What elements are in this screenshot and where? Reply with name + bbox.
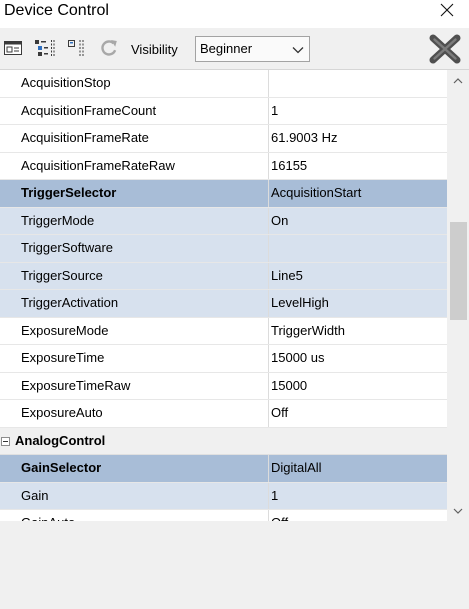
property-name: Gain [0, 482, 269, 509]
property-value[interactable]: 15000 us [269, 345, 447, 372]
property-row-acquisition-stop[interactable]: AcquisitionStop [0, 70, 447, 98]
property-name: ExposureTimeRaw [0, 372, 269, 399]
property-name: TriggerSoftware [0, 235, 269, 262]
vertical-scrollbar[interactable] [447, 70, 469, 521]
property-name: AcquisitionFrameRateRaw [0, 152, 269, 179]
property-row-trigger-source[interactable]: TriggerSource Line5 [0, 262, 447, 290]
property-name: AcquisitionStop [0, 70, 269, 97]
window-title: Device Control [4, 2, 109, 19]
description-pane [0, 521, 469, 609]
scroll-up-button[interactable] [447, 70, 469, 92]
property-row-exposure-auto[interactable]: ExposureAuto Off [0, 400, 447, 428]
property-row-exposure-time[interactable]: ExposureTime 15000 us [0, 345, 447, 373]
property-name: TriggerSelector [0, 180, 269, 207]
toolbar: Visibility Beginner [0, 28, 469, 70]
property-row-acquisition-frame-rate-raw[interactable]: AcquisitionFrameRateRaw 16155 [0, 152, 447, 180]
minus-icon [3, 440, 8, 442]
property-row-trigger-software[interactable]: TriggerSoftware [0, 235, 447, 263]
property-row-exposure-time-raw[interactable]: ExposureTimeRaw 15000 [0, 372, 447, 400]
property-name: GainSelector [0, 455, 269, 482]
refresh-icon[interactable] [99, 38, 119, 58]
x-icon[interactable] [428, 34, 462, 64]
scroll-thumb[interactable] [450, 222, 467, 320]
property-value[interactable]: 1 [269, 483, 447, 510]
visibility-dropdown[interactable]: Beginner [195, 36, 310, 62]
visibility-label: Visibility [131, 42, 178, 57]
property-value[interactable]: On [269, 208, 447, 235]
property-row-acquisition-frame-count[interactable]: AcquisitionFrameCount 1 [0, 97, 447, 125]
chevron-down-icon [292, 47, 304, 54]
property-value[interactable] [269, 235, 447, 262]
chevron-down-icon [453, 508, 463, 514]
visibility-selected-value: Beginner [200, 41, 253, 56]
scroll-down-button[interactable] [447, 500, 469, 521]
property-name: GainAuto [0, 510, 269, 521]
property-row-trigger-activation[interactable]: TriggerActivation LevelHigh [0, 290, 447, 318]
property-value[interactable]: 1 [269, 98, 447, 125]
property-name: ExposureAuto [0, 400, 269, 427]
property-value[interactable]: 15000 [269, 373, 447, 400]
property-name: AcquisitionFrameCount [0, 97, 269, 124]
property-value[interactable] [269, 70, 447, 97]
property-value[interactable]: 61.9003 Hz [269, 125, 447, 152]
chevron-up-icon [453, 78, 463, 84]
property-name: TriggerActivation [0, 290, 269, 317]
property-name: ExposureMode [0, 317, 269, 344]
property-row-gain-auto[interactable]: GainAuto Off [0, 510, 447, 521]
property-name: AcquisitionFrameRate [0, 125, 269, 152]
property-value[interactable]: 16155 [269, 153, 447, 180]
close-icon[interactable] [440, 3, 454, 17]
collapse-icon[interactable] [1, 436, 10, 446]
property-name: TriggerSource [0, 262, 269, 289]
property-row-acquisition-frame-rate[interactable]: AcquisitionFrameRate 61.9003 Hz [0, 125, 447, 153]
property-row-gain-selector[interactable]: GainSelector DigitalAll [0, 455, 447, 483]
list-view-icon[interactable] [66, 38, 86, 58]
category-analog-control[interactable]: AnalogControl [0, 427, 447, 455]
property-name: ExposureTime [0, 345, 269, 372]
property-value[interactable]: Off [269, 510, 447, 521]
property-row-trigger-selector[interactable]: TriggerSelector AcquisitionStart [0, 180, 447, 208]
property-value[interactable]: AcquisitionStart [269, 180, 447, 207]
property-value[interactable]: LevelHigh [269, 290, 447, 317]
window-icon[interactable] [3, 39, 23, 57]
title-bar: Device Control [0, 0, 469, 28]
category-label: AnalogControl [15, 432, 106, 448]
property-value[interactable]: Line5 [269, 263, 447, 290]
property-value[interactable]: TriggerWidth [269, 318, 447, 345]
property-row-exposure-mode[interactable]: ExposureMode TriggerWidth [0, 317, 447, 345]
property-row-trigger-mode[interactable]: TriggerMode On [0, 207, 447, 235]
property-value[interactable]: DigitalAll [269, 455, 447, 482]
property-name: TriggerMode [0, 207, 269, 234]
property-grid[interactable]: AcquisitionStop AcquisitionFrameCount 1 … [0, 70, 447, 521]
property-row-gain[interactable]: Gain 1 [0, 482, 447, 510]
property-value[interactable]: Off [269, 400, 447, 427]
tree-view-icon[interactable] [34, 38, 56, 58]
